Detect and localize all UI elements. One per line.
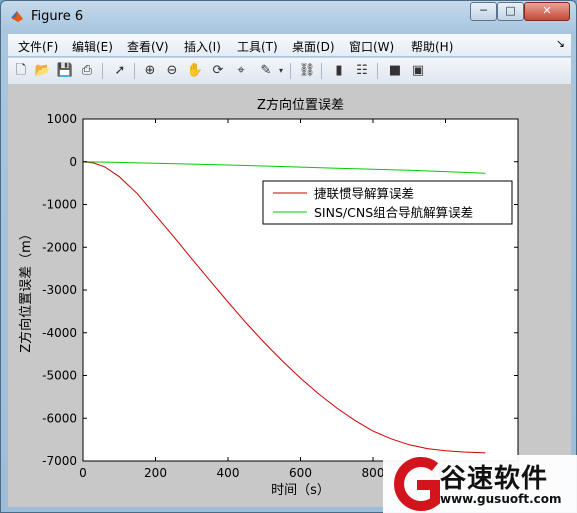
new-figure-icon[interactable]: 🗋 — [12, 62, 30, 80]
x-tick-label: 400 — [217, 466, 240, 480]
y-tick-label: -2000 — [42, 240, 77, 254]
figure-window: Figure 6 ─ □ ✕ 文件(F) 编辑(E) 查看(V) 插入(I) 工… — [0, 0, 577, 513]
hide-tools-icon[interactable]: ■ — [386, 62, 404, 80]
menu-tools[interactable]: 工具(T) — [237, 38, 278, 55]
chart-title: Z方向位置误差 — [257, 97, 344, 113]
window-title: Figure 6 — [31, 9, 84, 24]
zoom-out-icon[interactable]: ⊖ — [163, 62, 181, 80]
menu-desktop[interactable]: 桌面(D) — [292, 38, 335, 55]
open-file-icon[interactable]: 📂 — [34, 62, 52, 80]
maximize-button[interactable]: □ — [497, 2, 524, 21]
y-tick-label: -1000 — [42, 198, 77, 212]
rotate-icon[interactable]: ⟳ — [209, 62, 227, 80]
toolbar-separator — [290, 63, 291, 79]
menu-file[interactable]: 文件(F) — [18, 38, 58, 55]
pointer-icon[interactable]: ➚ — [111, 62, 129, 80]
x-axis-label: 时间（s） — [271, 483, 330, 498]
plot-svg: 0200400600800100010000-1000-2000-3000-40… — [18, 97, 519, 498]
legend-label-sins: 捷联惯导解算误差 — [314, 186, 414, 201]
y-tick-label: 0 — [69, 155, 77, 169]
menu-edit[interactable]: 编辑(E) — [72, 38, 113, 55]
legend-label-sins-cns: SINS/CNS组合导航解算误差 — [314, 205, 473, 220]
toolbar-separator — [102, 63, 103, 79]
matlab-logo-icon — [11, 11, 23, 22]
minimize-button[interactable]: ─ — [470, 2, 497, 21]
menu-dock-arrow-icon[interactable]: ↘ — [556, 37, 565, 50]
brush-dropdown-icon[interactable]: ▾ — [276, 62, 286, 80]
plot-area[interactable] — [83, 119, 518, 461]
toolbar-separator — [377, 63, 378, 79]
menu-view[interactable]: 查看(V) — [127, 38, 169, 55]
y-tick-label: -4000 — [42, 326, 77, 340]
x-tick-label: 0 — [79, 466, 87, 480]
data-cursor-icon[interactable]: ⌖ — [232, 62, 250, 80]
zoom-in-icon[interactable]: ⊕ — [141, 62, 159, 80]
legend[interactable]: 捷联惯导解算误差 SINS/CNS组合导航解算误差 — [262, 180, 513, 225]
colorbar-icon[interactable]: ▮ — [330, 62, 348, 80]
y-tick-label: -7000 — [42, 454, 77, 468]
show-tools-icon[interactable]: ▣ — [409, 62, 427, 80]
toolbar-separator — [321, 63, 322, 79]
x-tick-label: 200 — [144, 466, 167, 480]
figure-canvas: 0200400600800100010000-1000-2000-3000-40… — [8, 84, 571, 507]
watermark-brand: 谷速软件 — [440, 464, 549, 494]
link-icon[interactable]: ⛓ — [298, 62, 316, 80]
menu-insert[interactable]: 插入(I) — [184, 38, 221, 55]
title-bar[interactable]: Figure 6 ─ □ ✕ — [1, 1, 576, 31]
y-tick-label: -5000 — [42, 369, 77, 383]
y-axis-label: Z方向位置误差（m） — [18, 227, 34, 353]
figure-toolbar: 🗋 📂 💾 ⎙ ➚ ⊕ ⊖ ✋ ⟳ ⌖ ✎ ▾ ⛓ ▮ ☷ ■ ▣ — [8, 57, 571, 84]
save-icon[interactable]: 💾 — [56, 62, 74, 80]
menu-help[interactable]: 帮助(H) — [411, 38, 453, 55]
watermark-url: www.gusuoft.com — [440, 492, 562, 506]
x-tick-label: 800 — [362, 466, 385, 480]
toolbar-separator — [134, 63, 135, 79]
brush-icon[interactable]: ✎ — [257, 62, 275, 80]
close-button[interactable]: ✕ — [524, 2, 570, 21]
y-tick-label: -3000 — [42, 283, 77, 297]
y-tick-label: -6000 — [42, 411, 77, 425]
y-tick-label: 1000 — [46, 112, 77, 126]
x-tick-label: 600 — [289, 466, 312, 480]
pan-icon[interactable]: ✋ — [186, 62, 204, 80]
print-icon[interactable]: ⎙ — [78, 62, 96, 80]
menu-window[interactable]: 窗口(W) — [349, 38, 394, 55]
legend-icon[interactable]: ☷ — [353, 62, 371, 80]
menu-bar: 文件(F) 编辑(E) 查看(V) 插入(I) 工具(T) 桌面(D) 窗口(W… — [8, 34, 571, 56]
